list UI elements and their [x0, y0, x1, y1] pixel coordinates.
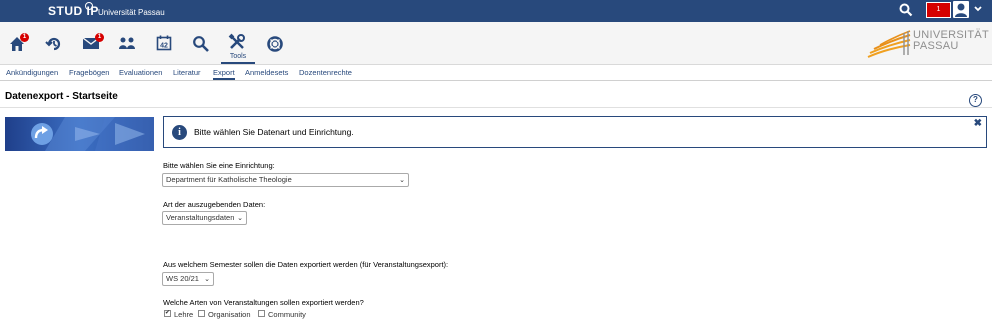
notification-counter[interactable]: 1: [926, 2, 951, 18]
lifebuoy-icon[interactable]: [266, 35, 286, 55]
checkbox-community[interactable]: [258, 310, 265, 317]
institution-select-value: Department für Katholische Theologie: [166, 175, 292, 184]
calendar-icon[interactable]: 42: [156, 35, 176, 55]
checkbox-organisation-label: Organisation: [208, 310, 251, 319]
chevron-down-icon: ⌄: [399, 177, 405, 184]
home-badge: 1: [20, 33, 29, 42]
checkbox-community-label: Community: [268, 310, 306, 319]
tools-icon[interactable]: [228, 33, 248, 53]
export-banner-image: [5, 117, 154, 151]
chevron-down-icon[interactable]: [973, 4, 983, 14]
institution-select[interactable]: Department für Katholische Theologie ⌄: [162, 173, 409, 187]
tab-literatur[interactable]: Literatur: [173, 68, 201, 77]
tab-anmeldesets[interactable]: Anmeldesets: [245, 68, 288, 77]
community-icon[interactable]: [118, 36, 138, 56]
course-types-label: Welche Arten von Veranstaltungen sollen …: [163, 298, 364, 307]
top-bar: STUD IP Universität Passau 1: [0, 0, 992, 22]
tools-label: Tools: [229, 53, 247, 60]
chevron-down-icon: ⌄: [237, 215, 243, 222]
info-icon: i: [172, 125, 187, 140]
active-nav-indicator: [221, 62, 255, 64]
messages-badge: 1: [95, 33, 104, 42]
checkbox-lehre-label: Lehre: [174, 310, 194, 319]
page-title: Datenexport - Startseite: [5, 91, 118, 102]
datatype-select[interactable]: Veranstaltungsdaten ⌄: [162, 211, 247, 225]
datatype-select-value: Veranstaltungsdaten: [166, 213, 235, 222]
chevron-down-icon: ⌄: [204, 276, 210, 283]
main-navigation: [0, 22, 992, 65]
help-icon[interactable]: ?: [969, 94, 982, 107]
university-name: Universität Passau: [98, 8, 165, 17]
checkbox-organisation[interactable]: [198, 310, 205, 317]
checkbox-lehre[interactable]: ✔: [164, 310, 171, 317]
tab-evaluationen[interactable]: Evaluationen: [119, 68, 162, 77]
tab-export[interactable]: Export: [213, 68, 235, 80]
institution-label: Bitte wählen Sie eine Einrichtung:: [163, 161, 275, 170]
info-message: i Bitte wählen Sie Datenart und Einricht…: [163, 116, 987, 148]
datatype-label: Art der auszugebenden Daten:: [163, 200, 266, 209]
university-logo-text: UNIVERSITÄT PASSAU: [913, 29, 990, 52]
tab-frageboegen[interactable]: Fragebögen: [69, 68, 109, 77]
search-icon[interactable]: [192, 35, 212, 55]
svg-text:42: 42: [160, 43, 168, 50]
search-icon[interactable]: [898, 2, 914, 18]
tab-ankuendigungen[interactable]: Ankündigungen: [6, 68, 58, 77]
semester-select[interactable]: WS 20/21 ⌄: [162, 272, 214, 286]
semester-label: Aus welchem Semester sollen die Daten ex…: [163, 260, 449, 269]
title-divider: [0, 107, 992, 108]
avatar[interactable]: [953, 1, 969, 18]
logo-ring-icon: [85, 2, 93, 10]
close-icon[interactable]: ✖: [974, 118, 982, 129]
tab-dozentenrechte[interactable]: Dozentenrechte: [299, 68, 352, 77]
info-text: Bitte wählen Sie Datenart und Einrichtun…: [194, 127, 354, 137]
semester-select-value: WS 20/21: [166, 274, 199, 283]
activity-icon[interactable]: [45, 35, 65, 55]
